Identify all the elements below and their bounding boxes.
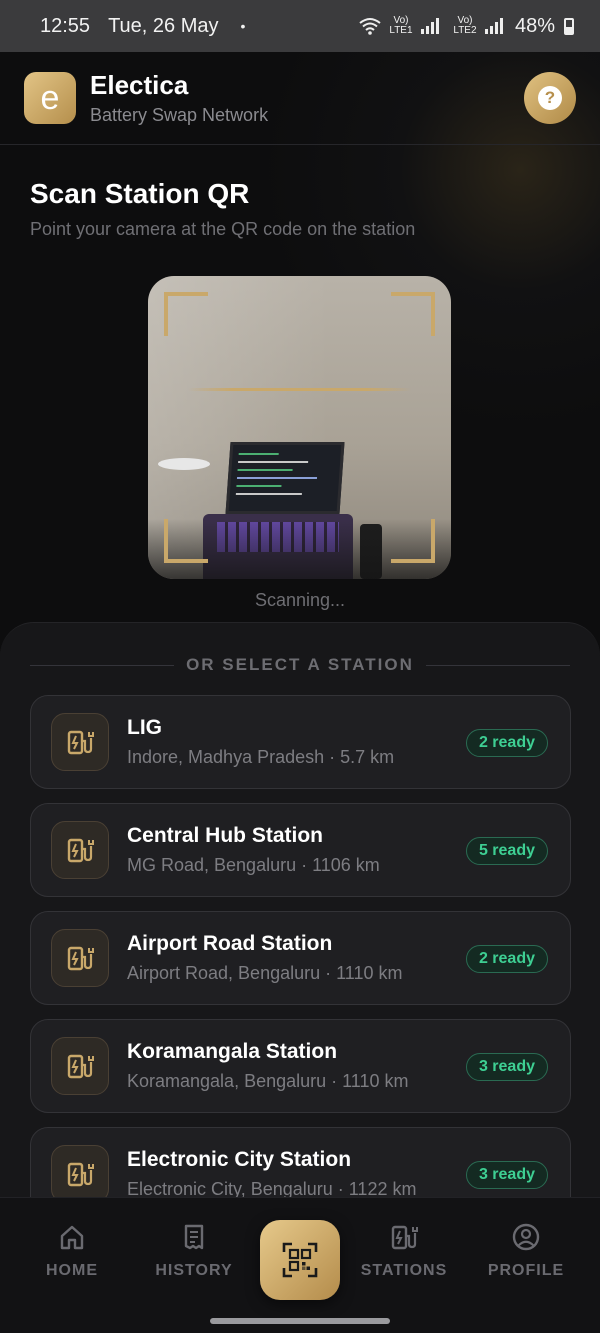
station-info: Central Hub Station MG Road, Bengaluru ·…	[127, 824, 380, 876]
camera-feed-lamp	[158, 458, 210, 470]
signal-bars-2-icon	[484, 18, 503, 34]
scan-qr-button[interactable]	[260, 1220, 340, 1300]
station-card[interactable]: Airport Road Station Airport Road, Benga…	[30, 911, 571, 1005]
status-dot: •	[240, 18, 246, 34]
nav-home-label: HOME	[46, 1262, 98, 1279]
ready-badge: 5 ready	[465, 837, 548, 865]
charging-station-icon	[51, 821, 109, 879]
station-card[interactable]: Koramangala Station Koramangala, Bengalu…	[30, 1019, 571, 1113]
frame-corner-bottom-left	[164, 519, 208, 563]
divider-label: OR SELECT A STATION	[186, 655, 414, 674]
station-meta: Koramangala, Bengaluru · 1110 km	[127, 1071, 409, 1091]
station-name: Koramangala Station	[127, 1040, 338, 1063]
station-info: Koramangala Station Koramangala, Bengalu…	[127, 1040, 409, 1092]
ready-badge: 3 ready	[465, 1053, 548, 1081]
scan-subtitle: Point your camera at the QR code on the …	[30, 219, 416, 239]
frame-corner-bottom-right	[391, 519, 435, 563]
status-icons: Vo) LTE1 Vo) LTE2 48%	[359, 15, 574, 38]
ready-badge: 2 ready	[465, 945, 548, 973]
charging-station-icon	[51, 929, 109, 987]
app-header: e Electica Battery Swap Network ?	[0, 52, 600, 145]
status-date: Tue, 26 May	[108, 14, 219, 37]
charging-station-icon	[391, 1225, 418, 1250]
signal-bars-1-icon	[420, 18, 439, 34]
scan-status: Scanning...	[254, 590, 346, 610]
nav-stations[interactable]: STATIONS	[349, 1222, 459, 1280]
app-subtitle: Battery Swap Network	[90, 105, 269, 125]
help-button[interactable]: ?	[524, 72, 576, 124]
nav-history-label: HISTORY	[155, 1262, 233, 1279]
home-icon	[60, 1225, 84, 1250]
nav-stations-label: STATIONS	[360, 1262, 448, 1279]
camera-viewfinder[interactable]	[148, 276, 451, 579]
station-list[interactable]: LIG Indore, Madhya Pradesh · 5.7 km 2 re…	[30, 695, 571, 1235]
station-meta: Airport Road, Bengaluru · 1110 km	[127, 963, 403, 983]
app-logo: e	[24, 72, 76, 124]
app-name: Electica	[90, 70, 189, 100]
station-name: LIG	[127, 716, 162, 739]
user-icon	[512, 1223, 540, 1251]
station-card[interactable]: LIG Indore, Madhya Pradesh · 5.7 km 2 re…	[30, 695, 571, 789]
charging-station-icon	[51, 713, 109, 771]
charging-station-icon	[51, 1037, 109, 1095]
wifi-icon	[359, 18, 381, 35]
nav-profile-label: PROFILE	[487, 1262, 565, 1279]
ready-badge: 2 ready	[465, 729, 548, 757]
nav-history[interactable]: HISTORY	[139, 1222, 249, 1280]
station-card[interactable]: Central Hub Station MG Road, Bengaluru ·…	[30, 803, 571, 897]
ready-badge: 3 ready	[465, 1161, 548, 1189]
logo-letter: e	[40, 78, 60, 117]
sim1-label: Vo) LTE1	[389, 15, 413, 36]
status-bar: 12:55 Tue, 26 May • Vo) LTE1 Vo) LTE2 48…	[0, 0, 600, 52]
frame-corner-top-right	[391, 292, 435, 336]
battery-percent: 48%	[514, 14, 555, 37]
station-name: Electronic City Station	[127, 1148, 352, 1171]
station-name: Central Hub Station	[127, 824, 324, 847]
station-meta: MG Road, Bengaluru · 1106 km	[127, 855, 380, 875]
sim2-label: Vo) LTE2	[453, 15, 477, 36]
scan-line	[188, 388, 411, 391]
battery-icon	[564, 17, 574, 35]
bottom-nav: HOME HISTORY STATIONS PROFILE	[0, 1197, 600, 1333]
frame-corner-top-left	[164, 292, 208, 336]
receipt-icon	[184, 1224, 204, 1250]
question-icon: ?	[538, 86, 562, 110]
station-meta: Indore, Madhya Pradesh · 5.7 km	[127, 747, 395, 767]
station-info: LIG Indore, Madhya Pradesh · 5.7 km	[127, 716, 394, 768]
nav-home[interactable]: HOME	[17, 1222, 127, 1280]
station-name: Airport Road Station	[127, 932, 333, 955]
divider-line	[425, 664, 570, 666]
camera-feed-laptop-screen	[225, 442, 345, 514]
scan-title: Scan Station QR	[30, 178, 250, 209]
brand: Electica Battery Swap Network	[90, 70, 268, 126]
app-screen: 12:55 Tue, 26 May • Vo) LTE1 Vo) LTE2 48…	[0, 0, 600, 1333]
station-sheet[interactable]: OR SELECT A STATION LIG Indore, Madhya P…	[0, 622, 600, 1223]
station-info: Electronic City Station Electronic City,…	[127, 1148, 416, 1200]
home-indicator[interactable]	[210, 1318, 390, 1324]
charging-station-icon	[51, 1145, 109, 1203]
divider-line	[30, 664, 175, 666]
nav-profile[interactable]: PROFILE	[471, 1222, 581, 1280]
station-info: Airport Road Station Airport Road, Benga…	[127, 932, 402, 984]
status-time: 12:55	[40, 14, 91, 37]
qr-code-icon	[282, 1242, 318, 1278]
section-divider: OR SELECT A STATION	[30, 653, 570, 677]
